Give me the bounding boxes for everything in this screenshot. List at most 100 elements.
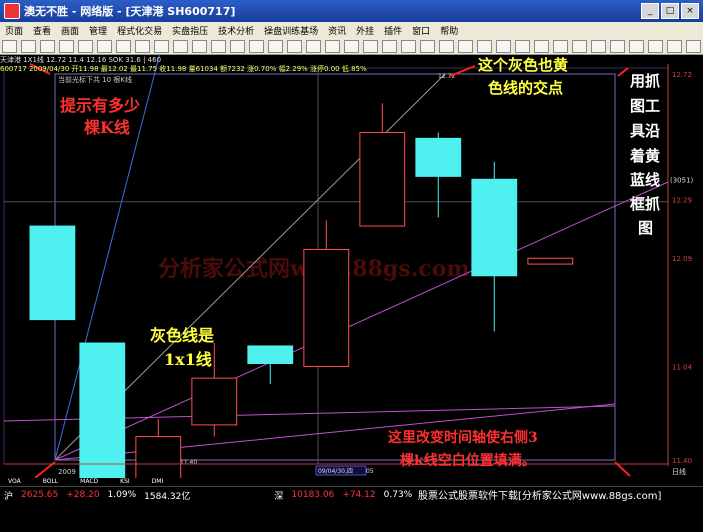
ad-text[interactable]: 股票公式股票软件下载[分析家公式网www.88gs.com] <box>418 487 662 502</box>
tab-dmi[interactable]: DMI <box>152 478 164 486</box>
sz-value: 10183.06 <box>291 490 335 500</box>
toolbar-icon-26[interactable] <box>496 39 511 53</box>
sh-change: +28.20 <box>66 490 100 500</box>
tab-voa[interactable]: VOA <box>8 478 21 486</box>
menu-item-7[interactable]: 操盘训练基场 <box>259 24 323 37</box>
axis-cursor-suffix: 05 <box>366 468 374 475</box>
candle-body-9 <box>527 257 574 265</box>
toolbar-icon-27[interactable] <box>515 39 530 53</box>
annot-k-count-2: 棵K线 <box>84 118 130 137</box>
toolbar-icon-31[interactable] <box>591 39 606 53</box>
tab-macd[interactable]: MACD <box>80 478 98 486</box>
toolbar-icon-33[interactable] <box>629 39 644 53</box>
toolbar-icon-18[interactable] <box>344 39 359 53</box>
toolbar-icon-28[interactable] <box>534 39 549 53</box>
toolbar-icon-11[interactable] <box>211 39 226 53</box>
annot-tool-4: 着黄 <box>630 147 661 165</box>
toolbar-icon-21[interactable] <box>401 39 416 53</box>
toolbar-icon-35[interactable] <box>667 39 682 53</box>
annot-axis-note-2: 棵k线空白位置填满。 <box>400 453 536 469</box>
annot-gray-2: 1x1线 <box>164 350 212 369</box>
toolbar-icon-34[interactable] <box>648 39 663 53</box>
toolbar-icon-15[interactable] <box>287 39 302 53</box>
tab-boll[interactable]: BOLL <box>43 478 58 486</box>
menu-item-12[interactable]: 帮助 <box>435 24 463 37</box>
toolbar-icon-5[interactable] <box>97 39 112 53</box>
window-title: 澳无不胜 - 网络版 - [天津港 SH600717] <box>24 5 236 18</box>
toolbar-icon-29[interactable] <box>553 39 568 53</box>
annot-cross: 这个灰色也黄 <box>478 56 569 74</box>
axis-right-label: 日线 <box>672 467 686 476</box>
annot-cross-2: 色线的交点 <box>488 79 564 97</box>
toolbar-icon-0[interactable] <box>2 39 17 53</box>
toolbar-icon-6[interactable] <box>116 39 131 53</box>
toolbar-icon-30[interactable] <box>572 39 587 53</box>
toolbar-icon-22[interactable] <box>420 39 435 53</box>
toolbar-icon-14[interactable] <box>268 39 283 53</box>
menu-item-10[interactable]: 插件 <box>379 24 407 37</box>
toolbar-icon-13[interactable] <box>249 39 264 53</box>
toolbar-icon-36[interactable] <box>686 39 701 53</box>
price-label-1: 12.29 <box>672 197 692 205</box>
toolbar-icon-2[interactable] <box>40 39 55 53</box>
toolbar-icon-19[interactable] <box>363 39 378 53</box>
menu-item-1[interactable]: 查看 <box>28 24 56 37</box>
title-bar: 澳无不胜 - 网络版 - [天津港 SH600717] _ □ × <box>0 0 703 22</box>
toolbar-icon-24[interactable] <box>458 39 473 53</box>
price-label-2: 12.09 <box>672 255 692 263</box>
annot-tool: 用抓 <box>630 72 661 90</box>
toolbar-icon-12[interactable] <box>230 39 245 53</box>
annot-tool-7: 图 <box>638 219 654 237</box>
candle-body-2 <box>135 436 182 478</box>
toolbar-icon-25[interactable] <box>477 39 492 53</box>
minimize-button[interactable]: _ <box>641 3 659 19</box>
toolbar-icon-8[interactable] <box>154 39 169 53</box>
annot-tool-5: 蓝线 <box>630 171 661 189</box>
menu-item-3[interactable]: 管理 <box>84 24 112 37</box>
maximize-button[interactable]: □ <box>661 3 679 19</box>
annot-k-count: 提示有多少 <box>60 96 141 115</box>
annot-gray: 灰色线是 <box>150 326 215 345</box>
menu-item-0[interactable]: 页面 <box>0 24 28 37</box>
toolbar-icon-4[interactable] <box>78 39 93 53</box>
sz-change: +74.12 <box>342 490 376 500</box>
candle-body-5 <box>303 248 350 367</box>
toolbar-icon-9[interactable] <box>173 39 188 53</box>
axis-cursor-date: 09/04/30,四 <box>318 468 353 475</box>
toolbar-icon-23[interactable] <box>439 39 454 53</box>
toolbar-icon-7[interactable] <box>135 39 150 53</box>
price-label-4: 11.40 <box>672 457 692 465</box>
tab-ksi[interactable]: KSI <box>120 478 130 486</box>
candle-body-4 <box>247 345 294 365</box>
menu-item-9[interactable]: 外挂 <box>351 24 379 37</box>
menu-item-6[interactable]: 技术分析 <box>213 24 259 37</box>
menu-item-2[interactable]: 画面 <box>56 24 84 37</box>
annot-tool-2: 图工 <box>630 97 661 115</box>
close-button[interactable]: × <box>681 3 699 19</box>
menu-item-11[interactable]: 窗口 <box>407 24 435 37</box>
candle-body-0 <box>29 225 76 321</box>
bottom-strip <box>0 502 703 532</box>
indicator-tabs: VOA BOLL MACD KSI DMI <box>0 478 703 486</box>
toolbar-icon-1[interactable] <box>21 39 36 53</box>
candle-body-1 <box>79 342 126 478</box>
toolbar-icon-32[interactable] <box>610 39 625 53</box>
toolbar <box>0 38 703 55</box>
candle-body-8 <box>471 178 518 277</box>
annot-tool-6: 框抓 <box>630 195 661 213</box>
toolbar-icon-20[interactable] <box>382 39 397 53</box>
menu-item-5[interactable]: 实盘指压 <box>167 24 213 37</box>
toolbar-icon-16[interactable] <box>306 39 321 53</box>
sh-amount: 1584.32亿 <box>144 491 191 502</box>
info-line-2: 600717 2009/04/30 开11.98 最12.02 最11.75 收… <box>0 65 367 73</box>
price-tag: (3051) <box>670 176 694 184</box>
annot-axis-note: 这里改变时间轴使右侧3 <box>388 430 538 446</box>
menu-item-4[interactable]: 程式化交易 <box>112 24 167 37</box>
annot-tool-3: 具沿 <box>630 122 661 140</box>
menu-item-8[interactable]: 资讯 <box>323 24 351 37</box>
toolbar-icon-3[interactable] <box>59 39 74 53</box>
sz-pct: 0.73% <box>383 490 413 500</box>
toolbar-icon-10[interactable] <box>192 39 207 53</box>
toolbar-icon-17[interactable] <box>325 39 340 53</box>
candle-body-7 <box>415 137 462 177</box>
